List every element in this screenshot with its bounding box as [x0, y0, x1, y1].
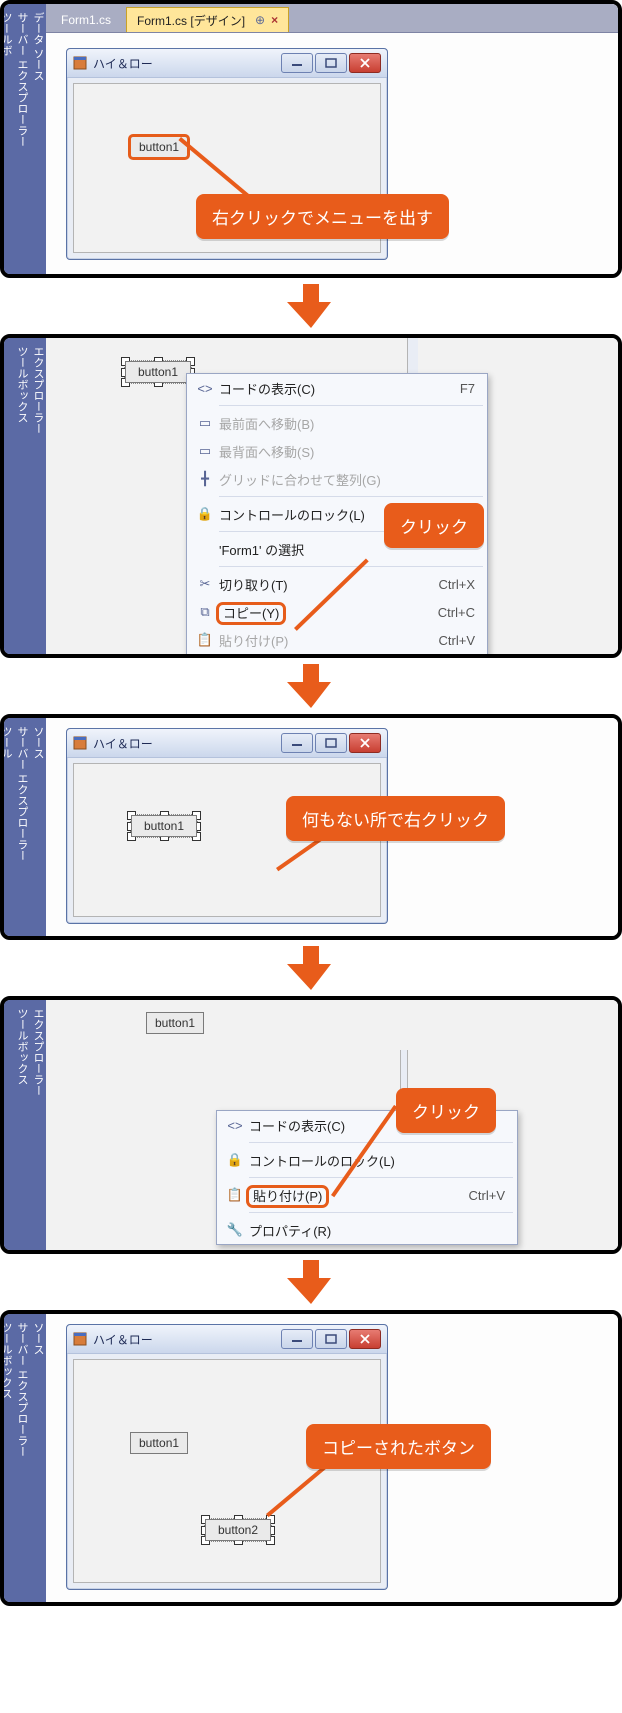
sidebar-item[interactable]: データ ソース [30, 12, 46, 248]
sidebar-item[interactable]: ツールボックス [14, 346, 30, 628]
sidebar-item[interactable]: ツールボ [0, 12, 14, 248]
form-title: ハイ＆ロー [93, 735, 281, 752]
sidebar-item[interactable]: サーバー エクスプローラー [14, 726, 30, 910]
button1-control[interactable]: button1 [130, 1432, 188, 1454]
ctx-paste[interactable]: 📋貼り付け(P)Ctrl+V [217, 1181, 517, 1209]
form-icon [73, 736, 87, 750]
ctx-properties[interactable]: 🔧プロパティ(R) [217, 1216, 517, 1244]
callout-rightclick: 右クリックでメニューを出す [196, 194, 449, 239]
callout-click: クリック [396, 1088, 496, 1133]
sidebar-item[interactable]: サーバー エクスプローラー [14, 12, 30, 248]
ctx-bring-front[interactable]: ▭最前面へ移動(B) [187, 409, 487, 437]
pin-icon[interactable]: ⊕ [255, 13, 265, 27]
maximize-button[interactable] [315, 1329, 347, 1349]
close-button[interactable] [349, 53, 381, 73]
form-title: ハイ＆ロー [93, 1331, 281, 1348]
tab-active[interactable]: Form1.cs [デザイン] ⊕ × [126, 7, 289, 32]
sidebar-item[interactable]: エクスプローラー [30, 1008, 46, 1224]
button1-control[interactable]: button1 [146, 1012, 204, 1034]
form-icon [73, 56, 87, 70]
ctx-paste[interactable]: 📋貼り付け(P)Ctrl+V [187, 626, 487, 654]
sidebar-item[interactable]: ツールボックス [14, 1008, 30, 1224]
callout-copied-button: コピーされたボタン [306, 1424, 491, 1469]
close-button[interactable] [349, 1329, 381, 1349]
vs-sidebar: ソース サーバー エクスプローラー ツールボックス [4, 1314, 46, 1602]
form-icon [73, 1332, 87, 1346]
sidebar-item[interactable]: ツールボックス [0, 1322, 14, 1576]
button1-selected[interactable]: button1 [124, 360, 192, 384]
form-title: ハイ＆ロー [93, 55, 281, 72]
ctx-copy[interactable]: ⧉コピー(Y)Ctrl+C [187, 598, 487, 626]
close-button[interactable] [349, 733, 381, 753]
tab-bar: Form1.cs Form1.cs [デザイン] ⊕ × [46, 4, 618, 33]
sidebar-item[interactable]: ソース [30, 1322, 46, 1576]
arrow-down-icon [285, 662, 337, 710]
maximize-button[interactable] [315, 53, 347, 73]
vs-sidebar: ソース サーバー エクスプローラー ツール [4, 718, 46, 936]
vs-sidebar: データ ソース サーバー エクスプローラー ツールボ [4, 4, 46, 274]
ctx-view-code[interactable]: <>コードの表示(C)F7 [187, 374, 487, 402]
maximize-button[interactable] [315, 733, 347, 753]
button1-selected[interactable]: button1 [130, 814, 198, 838]
ctx-align-grid[interactable]: ╋グリッドに合わせて整列(G) [187, 465, 487, 493]
close-tab-icon[interactable]: × [271, 13, 278, 27]
arrow-down-icon [285, 1258, 337, 1306]
arrow-down-icon [285, 282, 337, 330]
vs-sidebar: エクスプローラー ツールボックス [4, 1000, 46, 1250]
arrow-down-icon [285, 944, 337, 992]
tab-inactive[interactable]: Form1.cs [50, 7, 122, 32]
button2-selected[interactable]: button2 [204, 1518, 272, 1542]
vs-sidebar: エクスプローラー ツールボックス [4, 338, 46, 654]
sidebar-item[interactable]: サーバー エクスプローラー [14, 1322, 30, 1576]
sidebar-item[interactable]: エクスプローラー [30, 346, 46, 628]
minimize-button[interactable] [281, 1329, 313, 1349]
ctx-cut[interactable]: ✂切り取り(T)Ctrl+X [187, 570, 487, 598]
minimize-button[interactable] [281, 53, 313, 73]
sidebar-item[interactable]: ソース [30, 726, 46, 910]
ctx-send-back[interactable]: ▭最背面へ移動(S) [187, 437, 487, 465]
callout-empty-rightclick: 何もない所で右クリック [286, 796, 505, 841]
sidebar-item[interactable]: ツール [0, 726, 14, 910]
minimize-button[interactable] [281, 733, 313, 753]
tab-label: Form1.cs [デザイン] [137, 12, 245, 29]
ctx-delete[interactable]: ✕削除(D)Del [187, 654, 487, 658]
callout-click: クリック [384, 503, 484, 548]
